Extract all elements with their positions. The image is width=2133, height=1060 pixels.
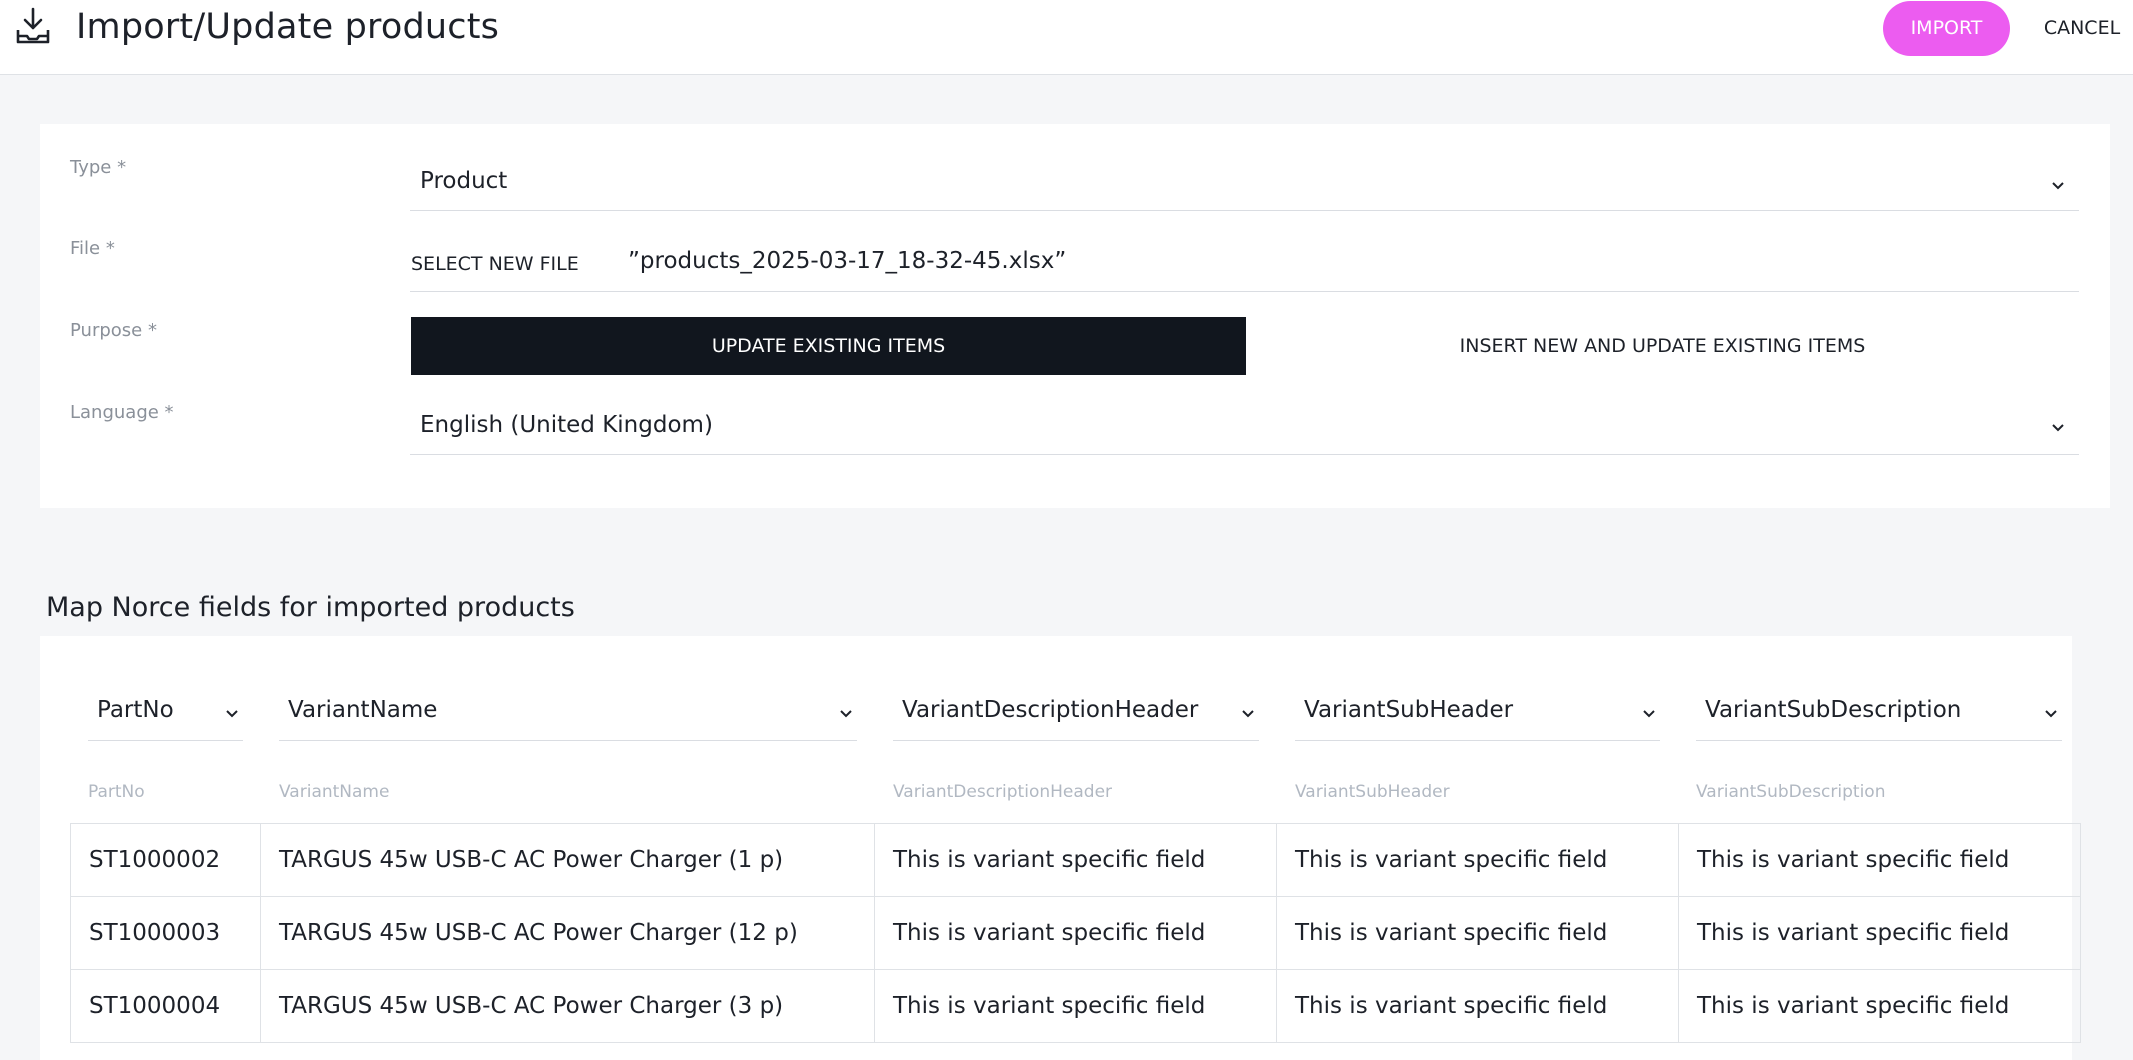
- map-select-variantsubdescription[interactable]: VariantSubDescription: [1696, 684, 2062, 741]
- chevron-down-icon: [1643, 710, 1655, 718]
- purpose-update-existing-button[interactable]: UPDATE EXISTING ITEMS: [411, 317, 1246, 375]
- cell-variantsubdescription: This is variant specific field: [1678, 823, 2081, 897]
- cell-variantsubheader: This is variant specific field: [1276, 823, 1679, 897]
- page-header: Import/Update products IMPORT CANCEL: [0, 0, 2133, 75]
- type-select-value: Product: [420, 168, 508, 194]
- cell-variantname: TARGUS 45w USB-C AC Power Charger (3 p): [260, 969, 875, 1043]
- cell-partno: ST1000003: [70, 896, 261, 970]
- column-header: PartNo: [88, 782, 145, 802]
- import-settings-card: Type * Product File * SELECT NEW FILE ”p…: [40, 124, 2110, 508]
- mapping-section-title: Map Norce fields for imported products: [46, 592, 575, 623]
- map-select-value: VariantName: [288, 697, 438, 723]
- import-button[interactable]: IMPORT: [1883, 1, 2010, 56]
- cell-variantdescriptionheader: This is variant specific field: [874, 823, 1277, 897]
- field-mapping-card: PartNo VariantName VariantDescriptionHea…: [40, 636, 2081, 1060]
- purpose-insert-and-update-button[interactable]: INSERT NEW AND UPDATE EXISTING ITEMS: [1246, 317, 2079, 375]
- selected-file-name: ”products_2025-03-17_18-32-45.xlsx”: [628, 248, 1067, 274]
- file-field: SELECT NEW FILE ”products_2025-03-17_18-…: [410, 227, 2079, 292]
- cell-variantdescriptionheader: This is variant specific field: [874, 896, 1277, 970]
- type-select[interactable]: Product: [410, 124, 2079, 211]
- select-new-file-button[interactable]: SELECT NEW FILE: [411, 253, 579, 275]
- language-select-value: English (United Kingdom): [420, 412, 713, 438]
- chevron-down-icon: [2052, 182, 2064, 190]
- map-select-variantname[interactable]: VariantName: [279, 684, 857, 741]
- column-header: VariantSubHeader: [1295, 782, 1450, 802]
- cell-variantsubheader: This is variant specific field: [1276, 896, 1679, 970]
- column-header: VariantName: [279, 782, 390, 802]
- column-header: VariantDescriptionHeader: [893, 782, 1113, 802]
- cell-variantdescriptionheader: This is variant specific field: [874, 969, 1277, 1043]
- purpose-label: Purpose *: [70, 320, 157, 341]
- map-select-value: PartNo: [97, 697, 174, 723]
- file-label: File *: [70, 238, 115, 259]
- map-select-variantdescriptionheader[interactable]: VariantDescriptionHeader: [893, 684, 1259, 741]
- cancel-button[interactable]: CANCEL: [2034, 1, 2130, 56]
- cell-variantsubheader: This is variant specific field: [1276, 969, 1679, 1043]
- table-row: ST1000004 TARGUS 45w USB-C AC Power Char…: [70, 969, 2081, 1043]
- chevron-down-icon: [840, 710, 852, 718]
- type-label: Type *: [70, 157, 127, 178]
- chevron-down-icon: [226, 710, 238, 718]
- cell-variantname: TARGUS 45w USB-C AC Power Charger (1 p): [260, 823, 875, 897]
- map-select-variantsubheader[interactable]: VariantSubHeader: [1295, 684, 1660, 741]
- import-download-icon: [16, 7, 50, 44]
- page-title: Import/Update products: [76, 7, 500, 47]
- table-row: ST1000002 TARGUS 45w USB-C AC Power Char…: [70, 823, 2081, 897]
- map-select-value: VariantDescriptionHeader: [902, 697, 1199, 723]
- map-select-value: VariantSubDescription: [1705, 697, 1962, 723]
- cell-variantsubdescription: This is variant specific field: [1678, 896, 2081, 970]
- cell-variantname: TARGUS 45w USB-C AC Power Charger (12 p): [260, 896, 875, 970]
- preview-table: ST1000002 TARGUS 45w USB-C AC Power Char…: [70, 823, 2081, 1043]
- map-select-value: VariantSubHeader: [1304, 697, 1514, 723]
- cell-partno: ST1000002: [70, 823, 261, 897]
- chevron-down-icon: [2052, 424, 2064, 432]
- chevron-down-icon: [1242, 710, 1254, 718]
- table-row: ST1000003 TARGUS 45w USB-C AC Power Char…: [70, 896, 2081, 970]
- language-label: Language *: [70, 402, 174, 423]
- map-select-partno[interactable]: PartNo: [88, 684, 243, 741]
- chevron-down-icon: [2045, 710, 2057, 718]
- cell-variantsubdescription: This is variant specific field: [1678, 969, 2081, 1043]
- language-select[interactable]: English (United Kingdom): [410, 368, 2079, 455]
- column-header: VariantSubDescription: [1696, 782, 1886, 802]
- cell-partno: ST1000004: [70, 969, 261, 1043]
